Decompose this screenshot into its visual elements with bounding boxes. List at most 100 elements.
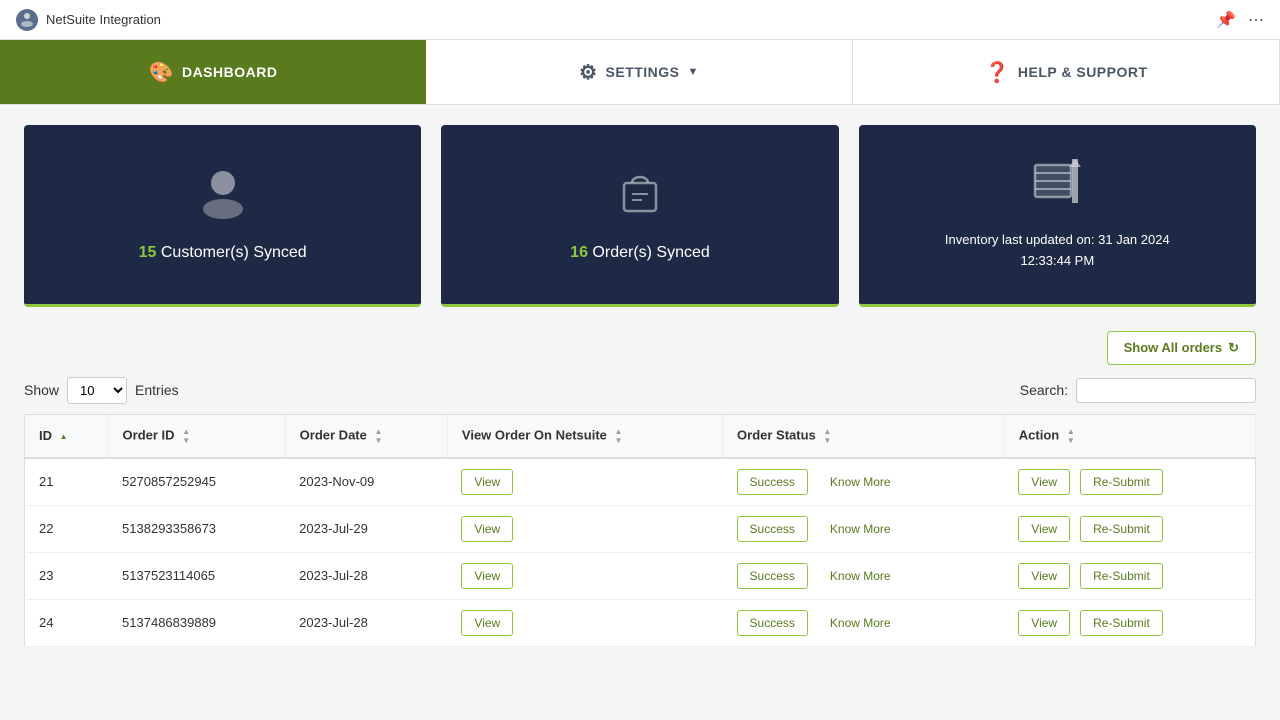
refresh-icon: ↻ [1228, 340, 1239, 356]
main-content: 15 Customer(s) Synced 16 Order(s) Synced [0, 105, 1280, 667]
sort-status-icon[interactable]: ▲▼ [823, 427, 831, 445]
menu-icon[interactable]: ⋯ [1248, 10, 1264, 30]
dashboard-icon: 🎨 [149, 60, 174, 85]
view-netsuite-button-3[interactable]: View [461, 610, 513, 636]
know-more-button-2[interactable]: Know More [818, 564, 903, 588]
sort-orderid-icon[interactable]: ▲▼ [182, 427, 190, 445]
orders-header: Show All orders ↻ [24, 331, 1256, 365]
action-cell-1: View Re-Submit [1018, 516, 1241, 542]
cell-id-3: 24 [25, 599, 109, 646]
table-header: ID ▲ Order ID ▲▼ Order Date ▲▼ [25, 414, 1256, 458]
cell-orderid-1: 5138293358673 [108, 505, 285, 552]
title-bar-left: NetSuite Integration [16, 9, 161, 31]
cell-date-1: 2023-Jul-29 [285, 505, 447, 552]
table-row: 21 5270857252945 2023-Nov-09 View Succes… [25, 458, 1256, 506]
customers-synced-text: 15 Customer(s) Synced [139, 244, 307, 262]
inventory-line1: Inventory last updated on: 31 Jan 2024 [945, 230, 1170, 251]
table-row: 24 5137486839889 2023-Jul-28 View Succes… [25, 599, 1256, 646]
tab-help-label: HELP & SUPPORT [1018, 64, 1148, 80]
tab-dashboard[interactable]: 🎨 DASHBOARD [0, 40, 426, 104]
tab-settings-label: SETTINGS [606, 64, 680, 80]
cell-view-0: View [447, 458, 722, 506]
cell-orderid-2: 5137523114065 [108, 552, 285, 599]
status-cell-1: Success Know More [737, 516, 991, 542]
search-input[interactable] [1076, 378, 1256, 403]
cell-orderid-0: 5270857252945 [108, 458, 285, 506]
table-controls-right: Search: [1020, 378, 1256, 403]
success-badge-0[interactable]: Success [737, 469, 808, 495]
view-netsuite-button-2[interactable]: View [461, 563, 513, 589]
cell-date-3: 2023-Jul-28 [285, 599, 447, 646]
pin-icon[interactable]: 📌 [1216, 10, 1236, 30]
tab-settings[interactable]: ⚙ SETTINGS ▼ [426, 40, 853, 104]
chevron-down-icon: ▼ [688, 66, 699, 78]
show-orders-button[interactable]: Show All orders ↻ [1107, 331, 1256, 365]
view-netsuite-button-0[interactable]: View [461, 469, 513, 495]
know-more-button-3[interactable]: Know More [818, 611, 903, 635]
status-cell-0: Success Know More [737, 469, 991, 495]
success-badge-3[interactable]: Success [737, 610, 808, 636]
title-bar-actions: 📌 ⋯ [1216, 10, 1264, 30]
status-cell-3: Success Know More [737, 610, 991, 636]
settings-icon: ⚙ [579, 60, 597, 85]
tab-help[interactable]: ❓ HELP & SUPPORT [853, 40, 1280, 104]
cell-view-3: View [447, 599, 722, 646]
cell-action-2: View Re-Submit [1004, 552, 1255, 599]
cell-orderid-3: 5137486839889 [108, 599, 285, 646]
action-view-button-0[interactable]: View [1018, 469, 1070, 495]
table-row: 23 5137523114065 2023-Jul-28 View Succes… [25, 552, 1256, 599]
app-title: NetSuite Integration [46, 12, 161, 27]
cell-date-0: 2023-Nov-09 [285, 458, 447, 506]
orders-synced-text: 16 Order(s) Synced [570, 244, 710, 262]
resubmit-button-1[interactable]: Re-Submit [1080, 516, 1163, 542]
action-cell-0: View Re-Submit [1018, 469, 1241, 495]
stat-cards: 15 Customer(s) Synced 16 Order(s) Synced [24, 125, 1256, 307]
table-header-row: ID ▲ Order ID ▲▼ Order Date ▲▼ [25, 414, 1256, 458]
action-view-button-2[interactable]: View [1018, 563, 1070, 589]
resubmit-button-3[interactable]: Re-Submit [1080, 610, 1163, 636]
cell-status-2: Success Know More [723, 552, 1005, 599]
nav-tabs: 🎨 DASHBOARD ⚙ SETTINGS ▼ ❓ HELP & SUPPOR… [0, 40, 1280, 105]
cell-status-0: Success Know More [723, 458, 1005, 506]
show-label: Show [24, 382, 59, 398]
sort-date-icon[interactable]: ▲▼ [375, 427, 383, 445]
col-order-date: Order Date ▲▼ [285, 414, 447, 458]
tab-dashboard-label: DASHBOARD [182, 64, 278, 80]
resubmit-button-0[interactable]: Re-Submit [1080, 469, 1163, 495]
show-orders-label: Show All orders [1124, 340, 1222, 355]
action-view-button-3[interactable]: View [1018, 610, 1070, 636]
sort-id-icon[interactable]: ▲ [60, 432, 68, 441]
help-icon: ❓ [984, 60, 1009, 85]
resubmit-button-2[interactable]: Re-Submit [1080, 563, 1163, 589]
inventory-line2: 12:33:44 PM [945, 251, 1170, 272]
know-more-button-0[interactable]: Know More [818, 470, 903, 494]
success-badge-2[interactable]: Success [737, 563, 808, 589]
table-controls-left: Show 10 25 50 100 Entries [24, 377, 179, 404]
cell-id-1: 22 [25, 505, 109, 552]
cell-action-1: View Re-Submit [1004, 505, 1255, 552]
orders-icon [616, 167, 664, 228]
know-more-button-1[interactable]: Know More [818, 517, 903, 541]
sort-view-icon[interactable]: ▲▼ [615, 427, 623, 445]
action-cell-2: View Re-Submit [1018, 563, 1241, 589]
col-order-status: Order Status ▲▼ [723, 414, 1005, 458]
inventory-text: Inventory last updated on: 31 Jan 2024 1… [945, 230, 1170, 272]
cell-date-2: 2023-Jul-28 [285, 552, 447, 599]
sort-action-icon[interactable]: ▲▼ [1067, 427, 1075, 445]
table-body: 21 5270857252945 2023-Nov-09 View Succes… [25, 458, 1256, 647]
action-view-button-1[interactable]: View [1018, 516, 1070, 542]
col-order-id: Order ID ▲▼ [108, 414, 285, 458]
col-action: Action ▲▼ [1004, 414, 1255, 458]
view-netsuite-button-1[interactable]: View [461, 516, 513, 542]
customer-icon [199, 167, 247, 228]
success-badge-1[interactable]: Success [737, 516, 808, 542]
entries-select[interactable]: 10 25 50 100 [67, 377, 127, 404]
app-logo [16, 9, 38, 31]
customers-label: Customer(s) Synced [161, 244, 307, 261]
cell-status-3: Success Know More [723, 599, 1005, 646]
cell-id-2: 23 [25, 552, 109, 599]
cell-action-3: View Re-Submit [1004, 599, 1255, 646]
stat-card-inventory: Inventory last updated on: 31 Jan 2024 1… [859, 125, 1256, 307]
inventory-icon [1031, 157, 1083, 214]
orders-table: ID ▲ Order ID ▲▼ Order Date ▲▼ [24, 414, 1256, 647]
